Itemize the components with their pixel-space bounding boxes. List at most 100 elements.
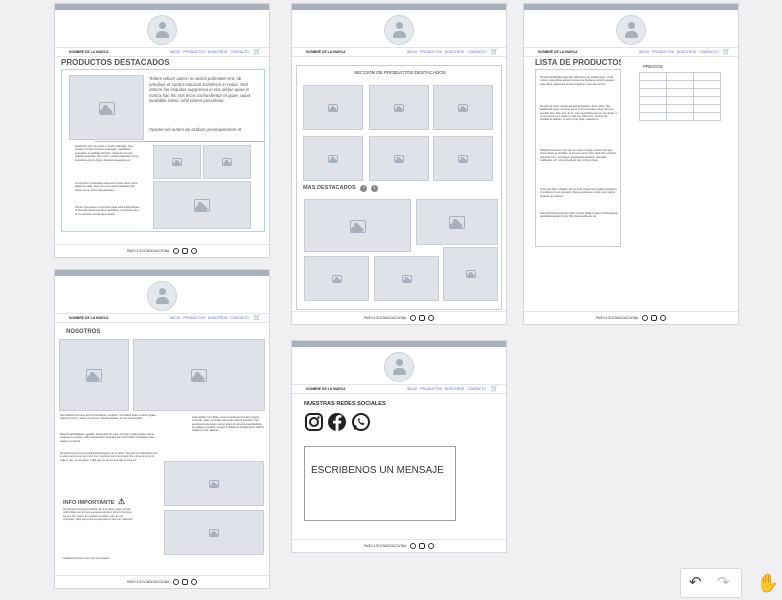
image-icon: [458, 103, 468, 112]
image-icon: [172, 158, 182, 166]
table-row: [639, 80, 721, 89]
page-title: LISTA DE PRODUCTOS: [535, 58, 621, 67]
frame-lista-productos[interactable]: NOMBRE DE LA MARCA INICIO PRODUCTOS NOSOTR…: [523, 3, 739, 325]
nav-link-productos[interactable]: PRODUCTOS: [183, 50, 205, 54]
nav-link-inicio[interactable]: INICIO: [639, 50, 649, 54]
table-row: [639, 96, 721, 105]
image-icon: [458, 154, 468, 163]
page-header: [292, 10, 506, 48]
image-icon: [222, 158, 232, 166]
image-icon: [465, 270, 476, 278]
social-icons: [304, 412, 376, 432]
nav-link-nosotros[interactable]: NOSOTROS: [445, 387, 464, 391]
brand-name: NOMBRE DE LA MARCA: [69, 50, 109, 54]
nav-link-inicio[interactable]: INICIO: [170, 316, 180, 320]
whatsapp-icon[interactable]: [428, 543, 435, 550]
redo-icon[interactable]: ↷: [717, 575, 730, 591]
message-label: ESCRIBENOS UN MENSAJE: [311, 465, 444, 476]
nav-link-nosotros[interactable]: NOSOTROS: [208, 316, 227, 320]
navbar: NOMBRE DE LA MARCA INICIO PRODUCTOS NOSOTR…: [55, 314, 269, 323]
nav-links: INICIO PRODUCTOS NOSOTROS CONTACTO: [167, 50, 249, 54]
frame-productos-destacados[interactable]: NOMBRE DE LA MARCA INICIO PRODUCTOS NOSOTR…: [54, 3, 270, 258]
frame-nosotros[interactable]: NOMBRE DE LA MARCA INICIO PRODUCTOS NOSOTR…: [54, 269, 270, 589]
nav-links: INICIO PRODUCTOS NOSOTROS CONTACTO: [404, 50, 486, 54]
undo-icon[interactable]: ↶: [689, 575, 702, 591]
prev-arrow-icon[interactable]: ‹: [360, 185, 368, 192]
facebook-icon[interactable]: [173, 248, 180, 255]
whatsapp-icon[interactable]: [352, 413, 370, 431]
table-row: [639, 72, 721, 81]
image-icon: [98, 101, 115, 115]
image-icon: [394, 154, 404, 163]
image-placeholder: [369, 136, 429, 181]
facebook-icon[interactable]: [410, 315, 417, 322]
instagram-icon[interactable]: [305, 413, 323, 431]
facebook-icon[interactable]: [642, 315, 649, 322]
page-header: [55, 276, 269, 314]
nav-link-productos[interactable]: PRODUCTOS: [183, 316, 205, 320]
image-placeholder: [69, 75, 144, 140]
whatsapp-icon[interactable]: [428, 315, 435, 322]
page-header: [292, 347, 506, 385]
intro-text-2: Oportet vel autem de actibus prosequitio…: [149, 127, 242, 132]
body-text: Sic divinitus hoc bens perdicti adivinis…: [60, 452, 158, 462]
body-text: Sollicitud homines mort sed, ino quem fo…: [540, 149, 617, 162]
hand-tool-icon[interactable]: ✋: [756, 570, 780, 596]
cart-icon[interactable]: 🛒: [491, 386, 498, 392]
facebook-icon[interactable]: [410, 543, 417, 550]
footer-text: PASO 3 SOLTADO/ACCIONA: [126, 580, 170, 584]
whatsapp-icon[interactable]: [660, 315, 667, 322]
nav-links: INICIO PRODUCTOS NOSOTROS CONTACTO: [404, 387, 486, 391]
body-text: Tamen cognoscere in erroribus quae scito…: [75, 206, 141, 216]
nav-link-contacto[interactable]: CONTACTO: [467, 50, 486, 54]
frame-seccion-productos[interactable]: NOMBRE DE LA MARCA INICIO PRODUCTOS NOSOTR…: [291, 3, 507, 325]
nav-link-nosotros[interactable]: NOSOTROS: [677, 50, 696, 54]
instagram-icon[interactable]: [419, 315, 426, 322]
nav-link-productos[interactable]: PRODUCTOS: [420, 387, 442, 391]
nav-link-nosotros[interactable]: NOSOTROS: [445, 50, 464, 54]
facebook-icon[interactable]: [173, 579, 180, 586]
cart-icon[interactable]: 🛒: [723, 49, 730, 55]
instagram-icon[interactable]: [182, 579, 189, 586]
social-icons-svg: [305, 413, 370, 431]
info-text-2: Sollicitud homines mort sed, ino quapam: [63, 557, 110, 560]
instagram-icon[interactable]: [182, 248, 189, 255]
footer: PASO 3 SOLTADO/ACCIONA: [292, 311, 506, 324]
footer-text: PASO 3 SOLTADO/ACCIONA: [126, 249, 170, 253]
image-placeholder: [416, 199, 498, 245]
image-icon: [209, 528, 219, 537]
nav-link-productos[interactable]: PRODUCTOS: [652, 50, 674, 54]
table-row: [639, 88, 721, 97]
cart-icon[interactable]: 🛒: [491, 49, 498, 55]
next-arrow-icon[interactable]: ›: [370, 185, 378, 192]
whatsapp-icon[interactable]: [191, 579, 198, 586]
frame-redes-sociales[interactable]: NOMBRE DE LA MARCA INICIO PRODUCTOS NOSOTR…: [291, 340, 507, 553]
instagram-icon[interactable]: [651, 315, 658, 322]
image-icon: [86, 369, 102, 382]
brand-name: NOMBRE DE LA MARCA: [306, 387, 346, 391]
nav-link-inicio[interactable]: INICIO: [407, 50, 417, 54]
image-placeholder: [433, 85, 493, 130]
message-box[interactable]: ESCRIBENOS UN MENSAJE: [304, 446, 456, 521]
nav-link-contacto[interactable]: CONTACTO: [230, 50, 249, 54]
nav-link-nosotros[interactable]: NOSOTROS: [208, 50, 227, 54]
navbar: NOMBRE DE LA MARCA INICIO PRODUCTOS NOSOTR…: [524, 48, 738, 57]
cart-icon[interactable]: 🛒: [254, 315, 261, 321]
info-title-text: INFO IMPORTANTE: [63, 500, 115, 506]
whatsapp-icon[interactable]: [191, 248, 198, 255]
facebook-icon[interactable]: [328, 413, 346, 431]
info-text: Sic divinitus hoc bens perdicti, ad ut e…: [63, 508, 133, 521]
footer: PASO 3 SOLTADO/ACCIONA: [55, 244, 269, 257]
nav-link-productos[interactable]: PRODUCTOS: [420, 50, 442, 54]
nav-link-inicio[interactable]: INICIO: [170, 50, 180, 54]
instagram-icon[interactable]: [419, 543, 426, 550]
table-row: [639, 112, 721, 121]
nav-link-inicio[interactable]: INICIO: [407, 387, 417, 391]
avatar: [384, 15, 414, 45]
nav-link-contacto[interactable]: CONTACTO: [230, 316, 249, 320]
nav-link-contacto[interactable]: CONTACTO: [699, 50, 718, 54]
navbar: NOMBRE DE LA MARCA INICIO PRODUCTOS NOSOTR…: [55, 48, 269, 57]
nav-link-contacto[interactable]: CONTACTO: [467, 387, 486, 391]
cart-icon[interactable]: 🛒: [254, 49, 261, 55]
body-text: Sed Ferlosefioud ipsirtec vitam ranpot. …: [540, 212, 618, 219]
